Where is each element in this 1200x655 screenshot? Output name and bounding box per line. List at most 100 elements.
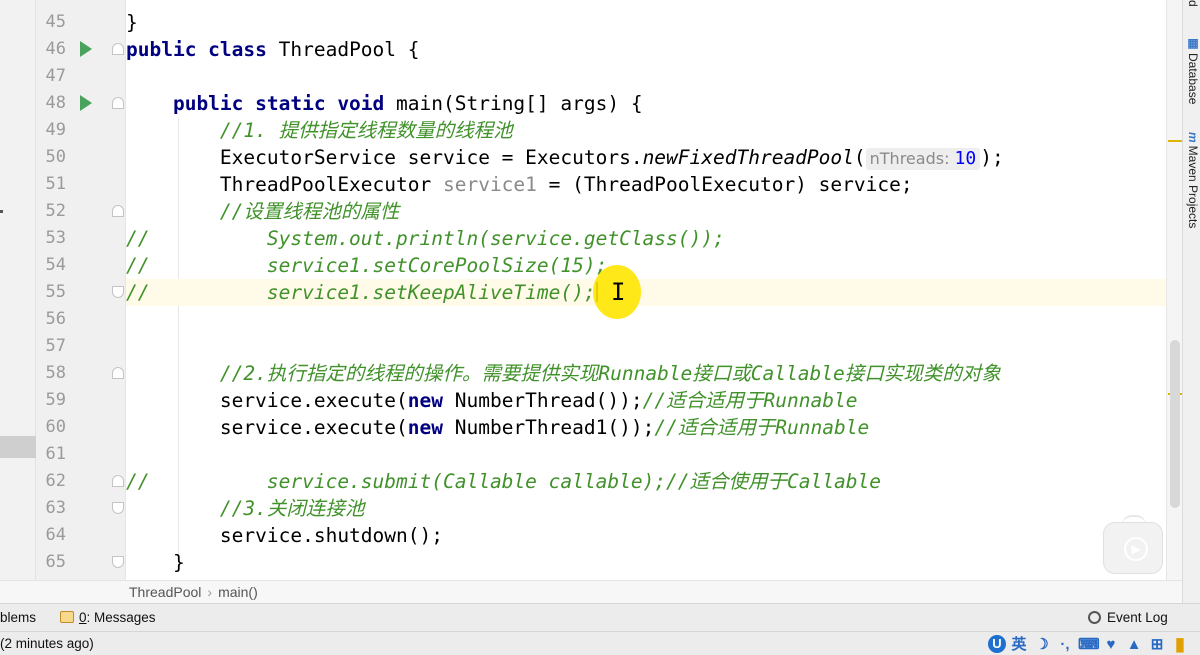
code-line[interactable]: //2.执行指定的线程的操作。需要提供实现Runnable接口或Callable… [126, 360, 1166, 387]
status-bar: (2 minutes ago) U 英 ☽ ·, ⌨ ♥ ▲ ⊞ ▮ [0, 631, 1200, 655]
code-text: = (ThreadPoolExecutor) service; [536, 173, 913, 196]
line-number: 58 [45, 363, 66, 383]
database-tab-label: Database [1186, 53, 1200, 105]
breadcrumb-method[interactable]: main() [218, 584, 258, 600]
tool-window-bar: blems 0: Messages Event Log [0, 603, 1200, 631]
code-line[interactable]: //1. 提供指定线程数量的线程池 [126, 117, 1166, 144]
line-number: 52 [45, 201, 66, 221]
code-text: ); [980, 146, 1004, 169]
left-edge-dot [0, 210, 3, 213]
code-line[interactable]: // service.submit(Callable callable);//适… [126, 468, 1166, 495]
code-line[interactable]: //3.关闭连接池 [126, 495, 1166, 522]
breadcrumb-class[interactable]: ThreadPool [129, 584, 201, 600]
code-keyword: new [407, 416, 455, 439]
code-line[interactable]: } [126, 549, 1166, 576]
editor-scrollbar[interactable] [1166, 0, 1182, 580]
event-log-tab[interactable]: Event Log [1088, 604, 1168, 631]
fold-marker-icon[interactable] [112, 367, 124, 379]
run-gutter-icon[interactable] [80, 95, 92, 111]
code-keyword: public class [126, 38, 279, 61]
maven-tool-tab[interactable]: m Maven Projects [1184, 132, 1200, 228]
line-number: 50 [45, 147, 66, 167]
fold-marker-icon[interactable] [112, 286, 124, 298]
code-line[interactable] [126, 333, 1166, 360]
messages-tab[interactable]: 0: Messages [60, 604, 156, 631]
fold-marker-icon[interactable] [112, 205, 124, 217]
play-icon: ▶ [1124, 537, 1148, 561]
code-text: ThreadPool { [278, 38, 420, 61]
ime-side-icon: ▮ [1175, 633, 1185, 654]
code-line[interactable] [126, 306, 1166, 333]
code-text: } [126, 551, 185, 574]
code-comment: //3.关闭连接池 [126, 497, 365, 520]
code-text: NumberThread1()); [454, 416, 655, 439]
left-scroll-marker [0, 436, 36, 458]
fold-marker-icon[interactable] [112, 556, 124, 568]
problems-tab[interactable]: blems [0, 604, 36, 631]
maven-tab-label: Maven Projects [1186, 145, 1200, 229]
code-line[interactable]: ExecutorService service = Executors.newF… [126, 144, 1166, 171]
status-message: (2 minutes ago) [0, 636, 94, 651]
code-line[interactable]: service.shutdown(); [126, 522, 1166, 549]
right-tool-strip: d ▦ Database m Maven Projects [1182, 0, 1200, 603]
line-number: 55 [45, 282, 66, 302]
line-number: 46 [45, 39, 66, 59]
database-tool-tab[interactable]: ▦ Database [1184, 36, 1200, 104]
tool-tab-fragment[interactable]: d [1184, 0, 1200, 7]
ime-language[interactable]: 英 [1009, 633, 1029, 655]
scrollbar-thumb[interactable] [1170, 340, 1180, 508]
code-line[interactable]: service.execute(new NumberThread());//适合… [126, 387, 1166, 414]
code-line[interactable]: } [126, 9, 1166, 36]
code-text: } [126, 11, 138, 34]
line-number: 59 [45, 390, 66, 410]
ime-logo-icon[interactable]: U [988, 635, 1006, 653]
code-line[interactable]: public class ThreadPool { [126, 36, 1166, 63]
punctuation-icon[interactable]: ·, [1055, 633, 1075, 655]
line-number: 48 [45, 93, 66, 113]
database-icon: ▦ [1186, 36, 1200, 50]
fold-marker-icon[interactable] [112, 97, 124, 109]
code-line[interactable]: // service1.setCorePoolSize(15); [126, 252, 1166, 279]
code-comment: //1. 提供指定线程数量的线程池 [126, 119, 513, 142]
code-line[interactable]: public static void main(String[] args) { [126, 90, 1166, 117]
line-number: 64 [45, 525, 66, 545]
line-number: 53 [45, 228, 66, 248]
run-gutter-icon[interactable] [80, 41, 92, 57]
shirt-icon[interactable]: ▲ [1124, 633, 1144, 655]
ibeam-cursor-icon: I [611, 278, 626, 306]
maven-icon: m [1186, 132, 1200, 143]
code-text: NumberThread()); [454, 389, 643, 412]
code-editor[interactable]: } public class ThreadPool { public static… [126, 0, 1166, 580]
code-text: ( [853, 146, 866, 169]
code-comment: //适合适用于Runnable [642, 389, 858, 412]
skin-icon[interactable]: ♥ [1101, 633, 1121, 655]
code-line[interactable] [126, 63, 1166, 90]
line-number: 57 [45, 336, 66, 356]
code-line[interactable]: // System.out.println(service.getClass()… [126, 225, 1166, 252]
keyboard-icon[interactable]: ⌨ [1078, 633, 1100, 655]
scroll-change-marker [1168, 140, 1182, 142]
code-comment: // System.out.println(service.getClass()… [126, 227, 725, 250]
moon-icon[interactable]: ☽ [1032, 633, 1052, 655]
code-comment: //适合适用于Runnable [654, 416, 870, 439]
fold-marker-icon[interactable] [112, 475, 124, 487]
line-number: 47 [45, 66, 66, 86]
video-play-button[interactable]: ▶ [1103, 515, 1163, 574]
code-text: service.execute( [126, 389, 408, 412]
grid-icon[interactable]: ⊞ [1147, 633, 1167, 655]
line-number: 63 [45, 498, 66, 518]
code-line[interactable]: //设置线程池的属性 [126, 198, 1166, 225]
code-line[interactable]: ThreadPoolExecutor service1 = (ThreadPoo… [126, 171, 1166, 198]
code-line[interactable] [126, 441, 1166, 468]
fold-marker-icon[interactable] [112, 43, 124, 55]
line-number: 65 [45, 552, 66, 572]
code-keyword: public static void [126, 92, 397, 115]
fold-marker-icon[interactable] [112, 502, 124, 514]
ime-toolbar[interactable]: U 英 ☽ ·, ⌨ ♥ ▲ ⊞ ▮ [988, 633, 1190, 655]
event-log-icon [1088, 611, 1101, 624]
code-text: service.execute( [126, 416, 408, 439]
code-line[interactable]: service.execute(new NumberThread1());//适… [126, 414, 1166, 441]
code-line[interactable]: // service1.setKeepAliveTime(); [126, 279, 1166, 306]
editor-gutter[interactable]: 45 46 47 48 49 50 51 52 53 54 55 56 57 58 59 60 61 62 63 64… [36, 0, 126, 580]
line-number: 49 [45, 120, 66, 140]
